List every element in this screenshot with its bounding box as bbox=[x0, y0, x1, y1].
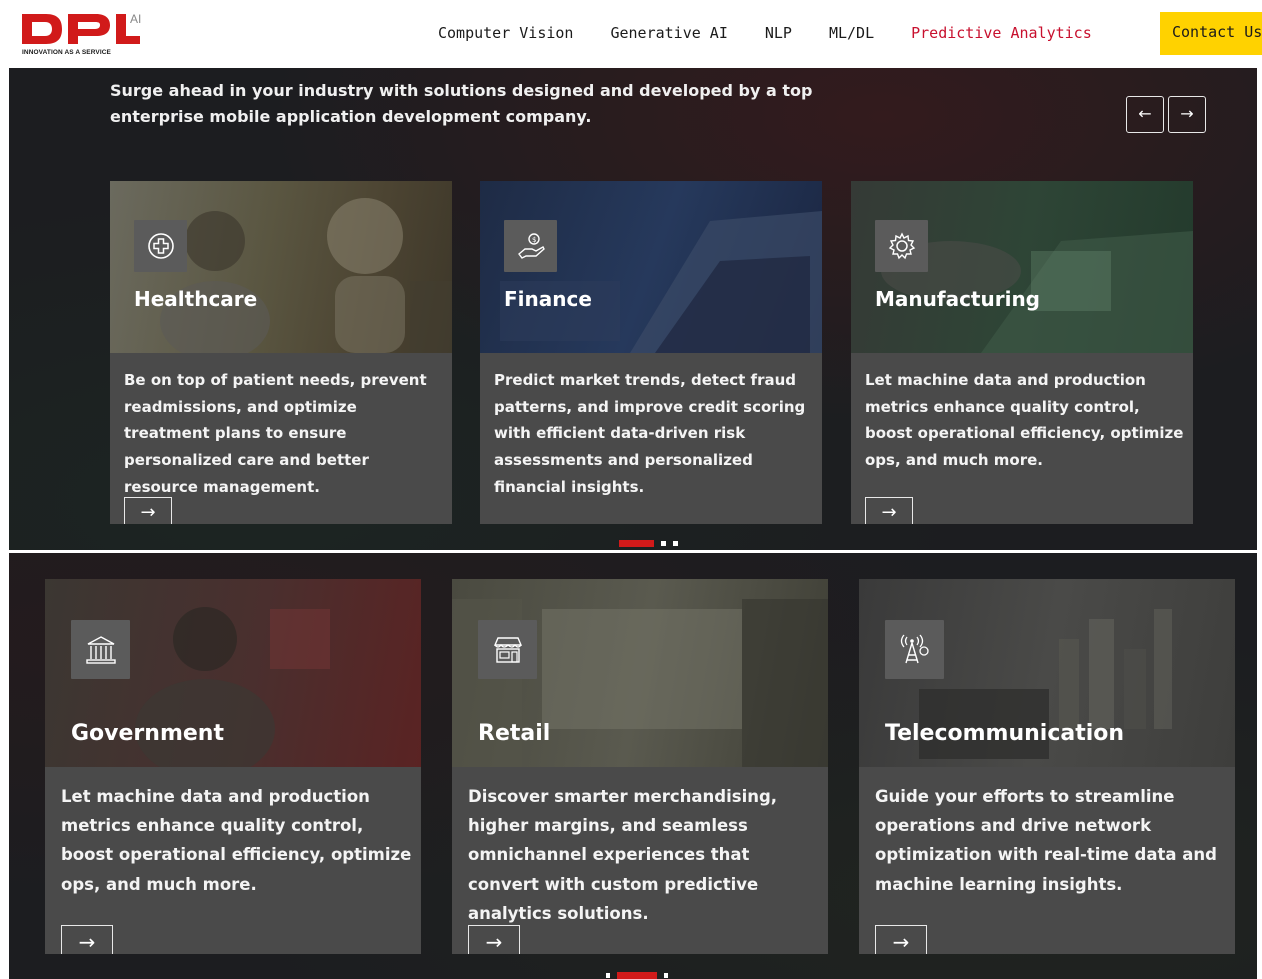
card-arrow-button[interactable]: → bbox=[61, 925, 113, 954]
pagination-dot[interactable] bbox=[673, 541, 678, 546]
card-title: Manufacturing bbox=[875, 287, 1040, 311]
contact-us-button[interactable]: Contact Us bbox=[1160, 12, 1262, 55]
arrow-right-icon: → bbox=[892, 930, 910, 954]
arrow-left-icon: ← bbox=[1138, 104, 1152, 123]
signal-tower-icon bbox=[900, 634, 929, 663]
slider-prev-button[interactable]: ← bbox=[1126, 96, 1164, 133]
card-description: Let machine data and production metrics … bbox=[61, 787, 412, 894]
card-icon-box bbox=[71, 620, 130, 679]
card-icon-box: $ bbox=[504, 220, 557, 272]
site-header: AI INNOVATION AS A SERVICE Computer Visi… bbox=[0, 0, 1262, 68]
slider-pagination bbox=[606, 972, 675, 979]
arrow-right-icon: → bbox=[485, 930, 503, 954]
nav-nlp[interactable]: NLP bbox=[765, 24, 792, 42]
card-icon-box bbox=[478, 620, 537, 679]
card-icon-box bbox=[134, 220, 187, 272]
card-icon-box bbox=[885, 620, 944, 679]
card-arrow-button[interactable]: → bbox=[865, 497, 913, 524]
card-title: Government bbox=[71, 721, 224, 746]
pagination-dot-active[interactable] bbox=[619, 540, 654, 547]
store-icon bbox=[493, 636, 522, 663]
card-arrow-button[interactable]: → bbox=[875, 925, 927, 954]
pagination-dot[interactable] bbox=[664, 973, 668, 978]
pagination-dot-active[interactable] bbox=[617, 972, 657, 979]
card-description: Guide your efforts to streamline operati… bbox=[875, 787, 1217, 894]
industry-card-healthcare[interactable]: Healthcare Be on top of patient needs, p… bbox=[110, 181, 452, 524]
section-intro: Surge ahead in your industry with soluti… bbox=[110, 81, 813, 126]
arrow-right-icon: → bbox=[78, 930, 96, 954]
card-description: Predict market trends, detect fraud patt… bbox=[494, 371, 806, 496]
main-nav: Computer Vision Generative AI NLP ML/DL … bbox=[438, 24, 1129, 42]
industry-card-finance[interactable]: $ Finance Predict market trends, detect … bbox=[480, 181, 822, 524]
card-title: Healthcare bbox=[134, 287, 258, 311]
arrow-right-icon: → bbox=[1180, 104, 1194, 123]
industry-card-telecommunication[interactable]: Telecommunication Guide your efforts to … bbox=[859, 579, 1235, 954]
gear-icon bbox=[888, 232, 915, 260]
nav-predictive-analytics[interactable]: Predictive Analytics bbox=[911, 24, 1092, 42]
card-title: Retail bbox=[478, 721, 551, 746]
card-arrow-button[interactable]: → bbox=[124, 497, 172, 524]
nav-generative-ai[interactable]: Generative AI bbox=[610, 24, 727, 42]
medical-cross-icon bbox=[147, 233, 174, 259]
card-description: Be on top of patient needs, prevent read… bbox=[124, 371, 427, 496]
industry-card-government[interactable]: Government Let machine data and producti… bbox=[45, 579, 421, 954]
pagination-dot[interactable] bbox=[606, 973, 610, 978]
arrow-right-icon: → bbox=[881, 502, 897, 523]
industries-slider-top: Surge ahead in your industry with soluti… bbox=[9, 68, 1257, 550]
nav-ml-dl[interactable]: ML/DL bbox=[829, 24, 874, 42]
svg-text:$: $ bbox=[532, 236, 536, 244]
industry-card-retail[interactable]: Retail Discover smarter merchandising, h… bbox=[452, 579, 828, 954]
card-title: Telecommunication bbox=[885, 721, 1125, 746]
money-hand-icon: $ bbox=[517, 233, 545, 259]
pagination-dot[interactable] bbox=[661, 541, 666, 546]
industry-card-manufacturing[interactable]: Manufacturing Let machine data and produ… bbox=[851, 181, 1193, 524]
card-description: Discover smarter merchandising, higher m… bbox=[468, 787, 778, 923]
nav-computer-vision[interactable]: Computer Vision bbox=[438, 24, 573, 42]
industries-slider-bottom: Government Let machine data and producti… bbox=[9, 553, 1257, 979]
slider-pagination bbox=[619, 540, 685, 547]
card-title: Finance bbox=[504, 287, 592, 311]
slider-next-button[interactable]: → bbox=[1168, 96, 1206, 133]
logo-ai-suffix: AI bbox=[130, 12, 142, 26]
card-description: Let machine data and production metrics … bbox=[865, 371, 1184, 470]
government-building-icon bbox=[85, 635, 116, 664]
arrow-right-icon: → bbox=[140, 502, 156, 523]
card-arrow-button[interactable]: → bbox=[468, 925, 520, 954]
logo-tagline: INNOVATION AS A SERVICE bbox=[22, 49, 111, 56]
card-icon-box bbox=[875, 220, 928, 272]
